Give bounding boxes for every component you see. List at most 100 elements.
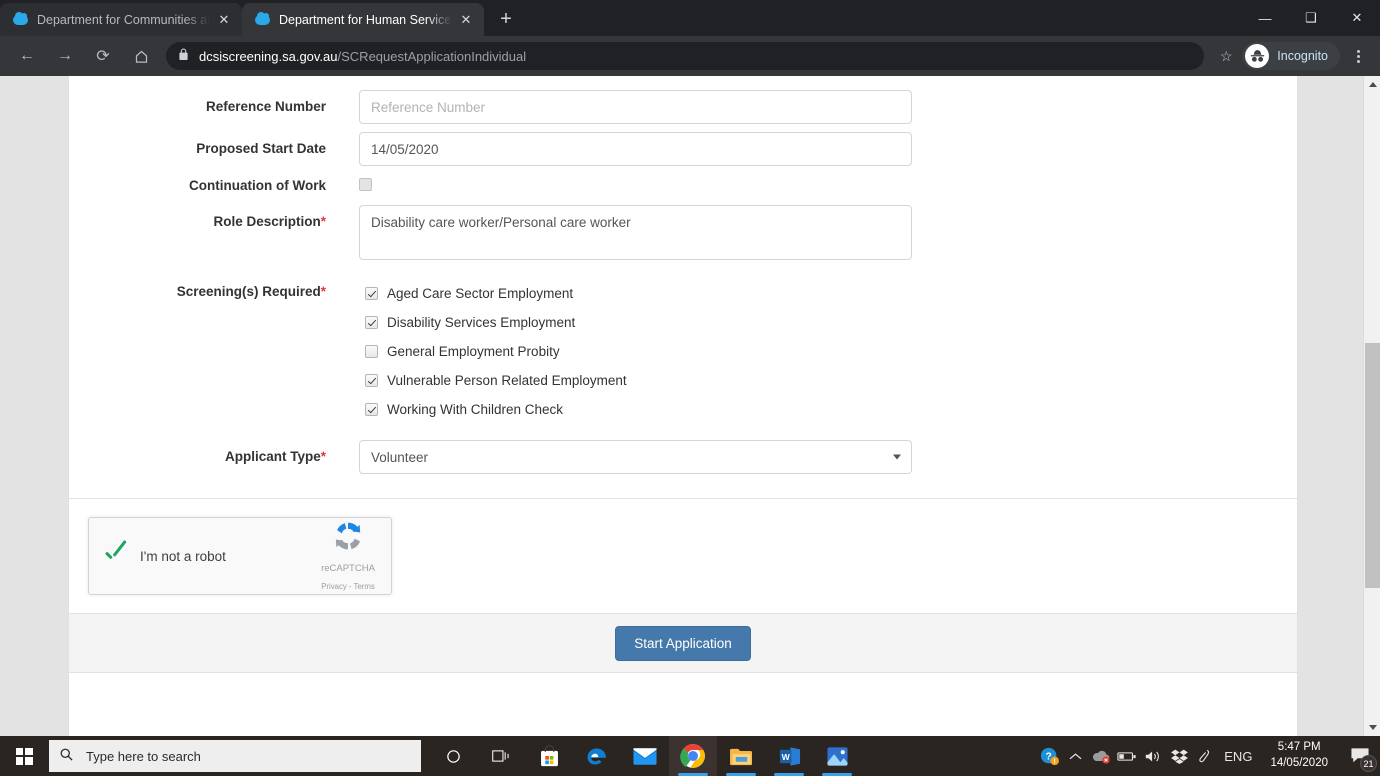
page-scrollbar[interactable] <box>1363 76 1380 736</box>
tab-title: Department for Communities and <box>37 12 210 27</box>
recaptcha-brand: reCAPTCHA Privacy - Terms <box>313 519 391 594</box>
onedrive-error-icon[interactable] <box>1088 736 1114 776</box>
search-input[interactable]: Type here to search <box>49 740 421 772</box>
help-icon[interactable]: ? ! <box>1036 736 1062 776</box>
recaptcha-label: I'm not a robot <box>140 548 226 564</box>
show-hidden-icons-icon[interactable] <box>1062 736 1088 776</box>
field-row-role-description: Role Description* <box>69 205 1297 265</box>
google-chrome-icon[interactable] <box>669 736 717 776</box>
clock[interactable]: 5:47 PM 14/05/2020 <box>1258 740 1340 771</box>
action-center-icon[interactable]: 21 <box>1340 736 1380 776</box>
screening-option-label: Vulnerable Person Related Employment <box>387 373 627 388</box>
photos-icon[interactable] <box>813 736 861 776</box>
label-reference-number: Reference Number <box>205 99 326 114</box>
tab-strip: Department for Communities and ✕ Departm… <box>0 0 1380 36</box>
recaptcha-legal-links[interactable]: Privacy - Terms <box>321 582 375 591</box>
address-bar[interactable]: dcsiscreening.sa.gov.au/SCRequestApplica… <box>166 42 1205 70</box>
checkbox-aged-care-sector-employment[interactable] <box>365 287 378 300</box>
microsoft-word-icon[interactable]: W <box>765 736 813 776</box>
checkbox-general-employment-probity[interactable] <box>365 345 378 358</box>
browser-tab-1[interactable]: Department for Communities and ✕ <box>0 3 242 36</box>
recaptcha-checkmark-icon[interactable] <box>100 541 130 571</box>
close-window-button[interactable]: ✕ <box>1334 2 1380 34</box>
cortana-icon[interactable] <box>429 736 477 776</box>
recaptcha-widget[interactable]: I'm not a robot reCAPTCHA Privacy - Term… <box>88 517 392 595</box>
screening-option-row[interactable]: Working With Children Check <box>365 395 1297 424</box>
browser-toolbar: ← → ⟳ dcsiscreening.sa.gov.au/SCRequestA… <box>0 36 1380 76</box>
microsoft-store-icon[interactable] <box>525 736 573 776</box>
label-role-description: Role Description* <box>213 214 326 229</box>
window-controls: — ❑ ✕ <box>1242 0 1380 36</box>
windows-taskbar: Type here to search W ? ! ENG 5:47 PM 14… <box>0 736 1380 776</box>
browser-window: Department for Communities and ✕ Departm… <box>0 0 1380 736</box>
language-indicator[interactable]: ENG <box>1218 736 1258 776</box>
page-viewport: Reference Number Proposed Start Date Con… <box>0 76 1380 736</box>
svg-text:W: W <box>781 751 790 761</box>
new-tab-button[interactable]: + <box>490 3 522 35</box>
continuation-of-work-checkbox[interactable] <box>359 178 372 191</box>
cloud-icon <box>254 11 270 28</box>
screening-option-label: Disability Services Employment <box>387 315 576 330</box>
profile-chip[interactable]: Incognito <box>1242 42 1340 70</box>
field-row-proposed-start-date: Proposed Start Date <box>69 132 1297 166</box>
battery-icon[interactable] <box>1114 736 1140 776</box>
cloud-icon <box>12 11 28 28</box>
search-icon <box>59 747 74 765</box>
checkbox-working-with-children-check[interactable] <box>365 403 378 416</box>
recaptcha-logo-icon <box>330 522 366 557</box>
captcha-section: I'm not a robot reCAPTCHA Privacy - Term… <box>69 499 1297 595</box>
url-host: dcsiscreening.sa.gov.au <box>199 48 338 64</box>
field-row-screenings-required: Screening(s) Required* Aged Care Sector … <box>69 279 1297 424</box>
star-icon[interactable]: ☆ <box>1212 42 1240 70</box>
mail-icon[interactable] <box>621 736 669 776</box>
clock-date: 14/05/2020 <box>1270 757 1328 769</box>
start-application-button[interactable]: Start Application <box>615 625 751 661</box>
form-footer: Start Application <box>69 613 1297 673</box>
pen-icon[interactable] <box>1192 736 1218 776</box>
scroll-down-icon[interactable] <box>1364 719 1380 736</box>
required-marker: * <box>320 284 326 299</box>
forward-icon[interactable]: → <box>50 41 80 71</box>
back-icon[interactable]: ← <box>12 41 42 71</box>
screening-option-label: Working With Children Check <box>387 402 564 417</box>
browser-tab-2[interactable]: Department for Human Services - ✕ <box>242 3 484 36</box>
close-tab-icon[interactable]: ✕ <box>214 10 234 30</box>
required-marker: * <box>320 449 326 464</box>
kebab-menu-icon[interactable] <box>1344 49 1372 63</box>
microsoft-edge-icon[interactable] <box>573 736 621 776</box>
system-tray: ? ! ENG 5:47 PM 14/05/2020 21 <box>1036 736 1380 776</box>
minimize-button[interactable]: — <box>1242 2 1288 34</box>
applicant-type-value: Volunteer <box>371 449 429 465</box>
task-view-icon[interactable] <box>477 736 525 776</box>
proposed-start-date-input[interactable] <box>359 132 912 166</box>
scroll-up-icon[interactable] <box>1364 76 1380 93</box>
home-icon[interactable] <box>126 41 156 71</box>
maximize-button[interactable]: ❑ <box>1288 2 1334 34</box>
screening-option-row[interactable]: Vulnerable Person Related Employment <box>365 366 1297 395</box>
field-row-reference-number: Reference Number <box>69 90 1297 124</box>
windows-logo-icon[interactable] <box>0 736 48 776</box>
role-description-textarea[interactable] <box>359 205 912 260</box>
volume-icon[interactable] <box>1140 736 1166 776</box>
screening-option-row[interactable]: General Employment Probity <box>365 337 1297 366</box>
screening-option-label: General Employment Probity <box>387 344 560 359</box>
applicant-type-select[interactable]: Volunteer <box>359 440 912 474</box>
checkbox-vulnerable-person-related-employment[interactable] <box>365 374 378 387</box>
label-continuation-of-work: Continuation of Work <box>189 178 326 193</box>
scrollbar-thumb[interactable] <box>1365 343 1380 588</box>
close-tab-icon[interactable]: ✕ <box>456 10 476 30</box>
checkbox-disability-services-employment[interactable] <box>365 316 378 329</box>
incognito-icon <box>1245 44 1270 68</box>
reload-icon[interactable]: ⟳ <box>88 41 118 71</box>
file-explorer-icon[interactable] <box>717 736 765 776</box>
field-row-applicant-type: Applicant Type* Volunteer <box>69 440 1297 474</box>
dropbox-icon[interactable] <box>1166 736 1192 776</box>
chevron-down-icon <box>893 454 901 460</box>
reference-number-input[interactable] <box>359 90 912 124</box>
lock-icon <box>178 48 189 64</box>
clock-time: 5:47 PM <box>1277 741 1321 754</box>
required-marker: * <box>320 214 326 229</box>
screening-option-row[interactable]: Disability Services Employment <box>365 308 1297 337</box>
screening-option-row[interactable]: Aged Care Sector Employment <box>365 279 1297 308</box>
label-proposed-start-date: Proposed Start Date <box>196 141 326 156</box>
